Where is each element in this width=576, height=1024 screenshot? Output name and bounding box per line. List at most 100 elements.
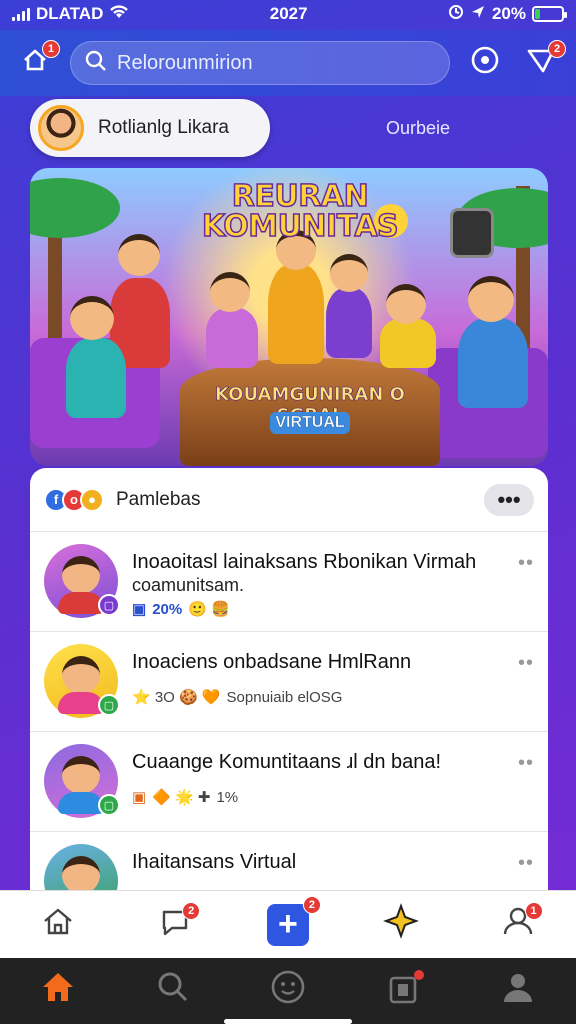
carrier-label: DLATAD xyxy=(36,4,104,23)
search-bar[interactable] xyxy=(70,41,450,85)
reading-girl-head xyxy=(210,272,250,312)
list-item[interactable]: ▢ Inoaciens onbadsane HmlRann ⭐ 3O 🍪 🧡 S… xyxy=(30,632,548,732)
messages-badge: 2 xyxy=(548,40,566,58)
post-more-button[interactable]: •• xyxy=(518,552,534,575)
home-indicator xyxy=(224,1019,352,1024)
reaction-icons: 🔶 🌟 ✚ xyxy=(152,789,211,806)
screen-icon xyxy=(450,208,494,258)
reaction-icons: ⭐ 3O 🍪 🧡 xyxy=(132,689,221,706)
tablet-man-head xyxy=(468,276,514,322)
post-meta: ▣ 🔶 🌟 ✚ 1% xyxy=(132,788,534,807)
banner-title: REURAN KOMUNITAS xyxy=(201,179,399,244)
reaction-icons: 🙂 🍔 xyxy=(188,601,230,618)
nav-account[interactable] xyxy=(495,968,541,1014)
clock: 2027 xyxy=(269,4,308,23)
home-alert-button[interactable]: 1 xyxy=(14,40,60,84)
profile-row: Rotlianlg Likara Ourbeie xyxy=(30,98,550,158)
feed-card: f o ● Pamlebas ••• ▢ Inoaoitasl lainaksans… xyxy=(30,468,548,890)
grid-icon: ▣ xyxy=(132,601,147,618)
sparkle-icon xyxy=(382,902,419,947)
post-avatar: ▢ xyxy=(44,544,120,618)
post-more-button[interactable]: •• xyxy=(518,652,534,675)
list-item[interactable]: ▢ Cuaange Komuntitaans ɹl dn bana! ▣ 🔶 🌟… xyxy=(30,732,548,832)
search-icon xyxy=(85,50,107,77)
group-badge-icon: ▢ xyxy=(98,594,120,616)
avatar-face xyxy=(62,856,100,890)
post-meta-value: Sopnuiaib elOSG xyxy=(226,688,343,706)
location-icon xyxy=(470,4,486,25)
online-badge-icon: ▢ xyxy=(98,794,120,816)
house-icon xyxy=(41,904,75,946)
tab-home[interactable] xyxy=(33,900,83,950)
profile-pill[interactable]: Rotlianlg Likara xyxy=(30,99,270,157)
bottom-navigation xyxy=(0,958,576,1024)
post-meta-value: 20% xyxy=(152,600,183,618)
feed-title: Pamlebas xyxy=(116,488,201,510)
smiley-icon xyxy=(270,969,306,1013)
online-badge-icon: ▢ xyxy=(98,694,120,716)
tab-profile[interactable]: 1 xyxy=(493,900,543,950)
post-subtitle: coamunitsam. xyxy=(132,575,245,595)
post-avatar: ▢ xyxy=(44,744,120,818)
post-more-button[interactable]: •• xyxy=(518,752,534,775)
status-bar: DLATAD 2027 20% xyxy=(0,0,576,28)
profile-name: Rotlianlg Likara xyxy=(98,117,229,138)
search-input[interactable] xyxy=(117,51,435,75)
list-item[interactable]: Ihaitansans Virtual •• xyxy=(30,832,548,890)
avatar-face xyxy=(62,756,100,794)
more-options-button[interactable]: ••• xyxy=(484,483,534,516)
banner-tag: VIRTUAL xyxy=(270,412,350,434)
nav-home[interactable] xyxy=(35,968,81,1014)
post-title: Inoaoitasl lainaksans Rbonikan Virmah xyxy=(132,551,477,573)
nav-emoji[interactable] xyxy=(265,968,311,1014)
app-logo-icon: f o ● xyxy=(44,487,104,512)
camera-button[interactable] xyxy=(464,42,506,84)
tab-chat[interactable]: 2 xyxy=(150,900,201,950)
tablet-man xyxy=(458,318,528,408)
profile-badge: 1 xyxy=(524,901,543,920)
post-meta: ▣ 20% 🙂 🍔 xyxy=(132,600,534,619)
post-title: Ihaitansans Virtual xyxy=(132,851,297,873)
messages-button[interactable]: 2 xyxy=(520,40,566,84)
post-more-button[interactable]: •• xyxy=(518,852,534,875)
community-banner[interactable]: REURAN KOMUNITAS KOUAMGUNIRAN O SGBAL VI… xyxy=(30,168,548,466)
post-avatar xyxy=(44,844,118,890)
app-tab-bar: 2 + 2 1 xyxy=(0,890,576,958)
chat-badge: 2 xyxy=(182,901,201,920)
feed-header: f o ● Pamlebas ••• xyxy=(30,468,548,532)
dancing-girl xyxy=(326,288,372,358)
person-icon xyxy=(501,970,535,1012)
cap-girl xyxy=(380,318,436,368)
standing-boy xyxy=(268,264,324,364)
tab-sparkle[interactable] xyxy=(376,900,426,950)
dancing-girl-head xyxy=(330,254,368,292)
create-post-button[interactable]: + 2 xyxy=(266,895,321,946)
cap-girl-head xyxy=(386,284,426,324)
grid-icon: ▣ xyxy=(132,789,147,806)
avatar-face xyxy=(62,556,100,594)
post-meta: ⭐ 3O 🍪 🧡 Sopnuiaib elOSG xyxy=(132,688,534,707)
palm-leaves-left xyxy=(30,178,120,238)
nav-bag[interactable] xyxy=(380,968,426,1014)
app-header: 1 2 xyxy=(0,30,576,96)
reading-girl xyxy=(206,308,258,368)
notification-badge: 1 xyxy=(42,40,60,58)
signal-icon xyxy=(12,7,30,21)
post-avatar: ▢ xyxy=(44,644,120,718)
sitting-boy-head xyxy=(70,296,114,340)
search-icon xyxy=(156,970,190,1012)
sitting-boy xyxy=(66,338,126,418)
guitar-player-head xyxy=(118,234,160,276)
home-icon xyxy=(40,970,76,1012)
nav-search[interactable] xyxy=(150,968,196,1014)
battery-icon xyxy=(532,6,567,22)
target-icon xyxy=(470,45,500,82)
list-item[interactable]: ▢ Inoaoitasl lainaksans Rbonikan Virmah … xyxy=(30,532,548,632)
side-link[interactable]: Ourbeie xyxy=(386,118,450,139)
wifi-icon xyxy=(109,4,129,25)
plus-icon: + xyxy=(278,905,298,943)
post-title: Cuaange Komuntitaans ɹl dn bana! xyxy=(132,751,442,773)
create-badge: 2 xyxy=(302,895,321,914)
avatar xyxy=(38,105,84,151)
bag-badge xyxy=(414,970,425,980)
